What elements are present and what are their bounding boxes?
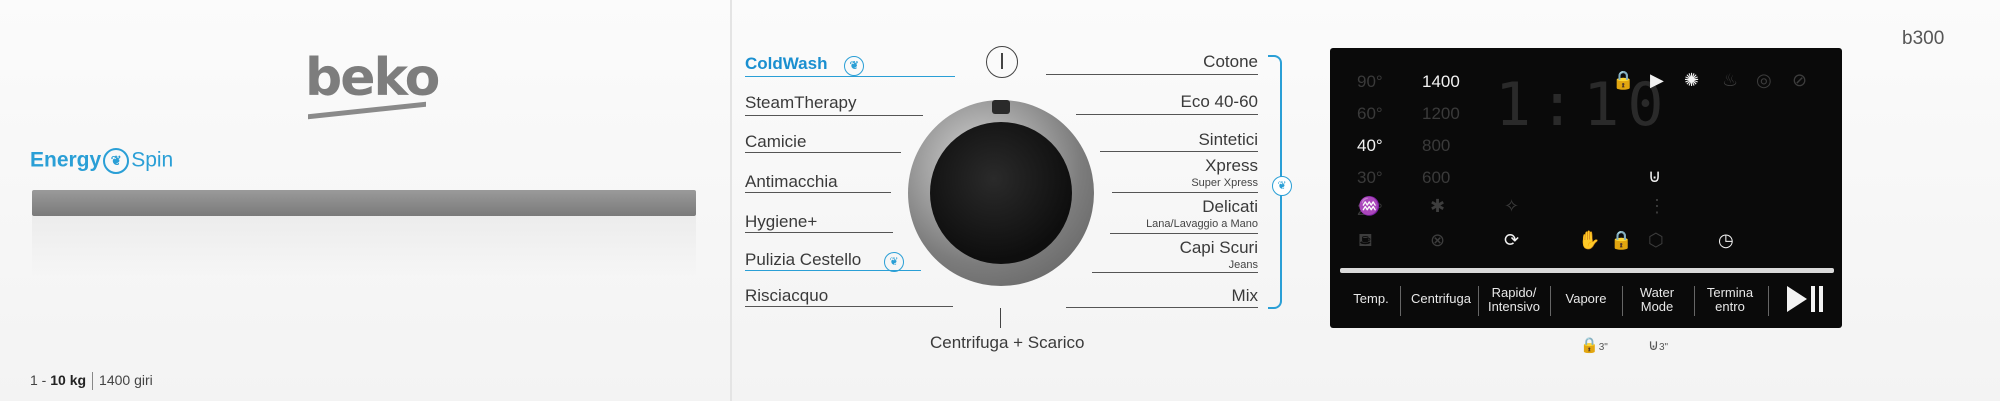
power-icon[interactable] (986, 46, 1018, 78)
shield-icon: ⬡ (1648, 230, 1664, 250)
energyspin-logo: Energy ❦ Spin (30, 148, 173, 174)
program-steamtherapy[interactable]: SteamTherapy (745, 93, 857, 113)
time-display: 1:10 (1495, 70, 1672, 140)
program-mix[interactable]: Mix (1232, 286, 1258, 306)
start-pause-button[interactable] (1785, 284, 1825, 319)
prewash-icon: ✱ (1430, 196, 1446, 216)
timer-icon: ◷ (1718, 230, 1734, 250)
button-rapido-intensivo[interactable]: Rapido/ Intensivo (1484, 286, 1544, 314)
leaf-icon: ❦ (844, 56, 865, 76)
program-xpress[interactable]: Xpress (1205, 156, 1258, 176)
temp-30: 30° (1357, 168, 1383, 187)
child-lock-icon: 🔒 (1612, 70, 1635, 90)
spin-600: 600 (1422, 168, 1451, 187)
play-icon: ▶ (1650, 70, 1664, 90)
program-pulizia-cestello[interactable]: Pulizia Cestello ❦ (745, 250, 904, 272)
program-xpress-sub: Super Xpress (1191, 177, 1258, 189)
program-sintetici[interactable]: Sintetici (1198, 130, 1258, 150)
dial-tick (1000, 308, 1001, 328)
program-capi-scuri[interactable]: Capi Scuri (1180, 238, 1258, 258)
button-water-mode[interactable]: Water Mode (1632, 286, 1682, 314)
program-coldwash[interactable]: ColdWash ❦ (745, 54, 865, 76)
button-temp[interactable]: Temp. (1350, 292, 1392, 306)
temp-90: 90° (1357, 72, 1383, 91)
program-centrifuga-scarico[interactable]: Centrifuga + Scarico (930, 333, 1085, 353)
display-separator (1340, 268, 1834, 273)
program-delicati-sub: Lana/Lavaggio a Mano (1146, 218, 1258, 230)
program-capi-scuri-sub: Jeans (1228, 259, 1258, 271)
stain-icon: ✺ (1684, 70, 1700, 90)
button-termina-entro[interactable]: Termina entro (1702, 286, 1758, 314)
energy-label: Energy (30, 148, 102, 172)
no-spin-icon: ⊗ (1430, 230, 1446, 250)
button-centrifuga[interactable]: Centrifuga (1410, 292, 1472, 306)
spiral-icon: ◎ (1756, 70, 1772, 90)
program-delicati[interactable]: Delicati (1202, 197, 1258, 217)
button-vapore[interactable]: Vapore (1560, 292, 1612, 306)
program-risciacquo[interactable]: Risciacquo (745, 286, 828, 306)
water-mode-hint: ⊍3" (1648, 337, 1669, 354)
beko-logo: beko (305, 48, 440, 108)
dial-center (930, 122, 1072, 264)
program-hygiene[interactable]: Hygiene+ (745, 212, 817, 232)
hand-wash-icon: ✋ (1578, 230, 1601, 250)
stain-plus-icon: ✧ (1504, 196, 1520, 216)
program-antimacchia[interactable]: Antimacchia (745, 172, 838, 192)
model-label: b300 (1902, 28, 1945, 49)
leaf-icon: ❦ (103, 148, 130, 174)
dial-notch (992, 100, 1010, 114)
leaf-icon: ❦ (1272, 176, 1292, 196)
steam-icon: ♨ (1722, 70, 1739, 90)
spin-800: 800 (1422, 136, 1451, 155)
spin-1200: 1200 (1422, 104, 1460, 123)
steam-level-icon: ⋮ (1648, 196, 1666, 216)
program-cotone[interactable]: Cotone (1203, 52, 1258, 72)
lock-icon: 🔒 (1610, 230, 1633, 250)
rapid-icon: ⟳ (1504, 230, 1520, 250)
spin-1400: 1400 (1422, 72, 1460, 91)
child-lock-hint: 🔒3" (1580, 337, 1608, 354)
play-pause-icon (1787, 286, 1823, 312)
detergent-drawer-handle[interactable] (32, 190, 696, 216)
water-mode-icon: ⊍ (1648, 166, 1662, 186)
no-ironing-icon: ⊘ (1792, 70, 1808, 90)
extra-rinse-icon: ♒ (1358, 196, 1381, 216)
no-tap-icon: ⛾ (1358, 230, 1373, 250)
program-camicie[interactable]: Camicie (745, 132, 806, 152)
handle-shadow (32, 216, 696, 276)
program-line (745, 76, 955, 77)
temp-60: 60° (1357, 104, 1383, 123)
program-eco-40-60[interactable]: Eco 40-60 (1181, 92, 1259, 112)
temp-40: 40° (1357, 136, 1383, 155)
spin-label: Spin (131, 148, 174, 172)
capacity-info: 1 - 10 kg 1400 giri (30, 372, 153, 391)
panel-divider (730, 0, 732, 401)
leaf-icon: ❦ (883, 252, 904, 272)
